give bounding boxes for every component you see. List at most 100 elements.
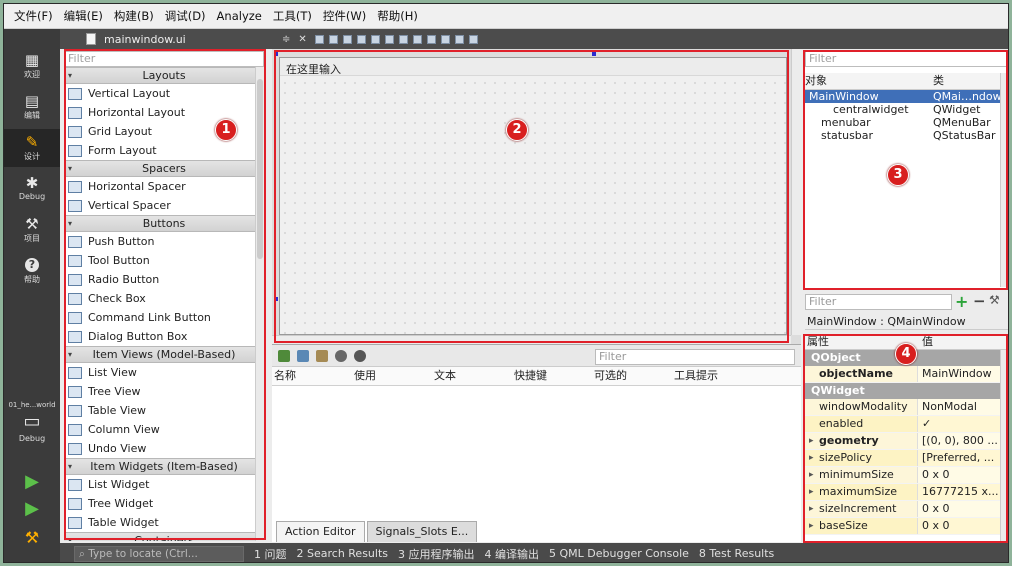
property-row-sizeincrement[interactable]: sizeIncrement0 x 0: [805, 501, 1008, 518]
layout-grid-icon[interactable]: [426, 34, 436, 44]
layout-splitter-h-icon[interactable]: [398, 34, 408, 44]
wrench-icon[interactable]: ⚒: [989, 293, 1000, 307]
form-canvas[interactable]: 在这里输入: [279, 57, 787, 335]
property-value[interactable]: NonModal: [918, 399, 1008, 415]
property-value[interactable]: [(0, 0), 800 ...: [918, 433, 1008, 449]
edit-buddies-icon[interactable]: [342, 34, 352, 44]
menu-item[interactable]: 构建(B): [114, 8, 154, 24]
mode-grid[interactable]: ▦ 欢迎: [4, 47, 60, 85]
widget-item-radio-button[interactable]: Radio Button: [64, 270, 264, 289]
widget-item-horizontal-layout[interactable]: Horizontal Layout: [64, 103, 264, 122]
run-icon[interactable]: ▶: [4, 471, 60, 492]
debug-run-icon[interactable]: ▶: [4, 498, 60, 519]
output-pane-button[interactable]: 5 QML Debugger Console: [549, 547, 689, 560]
output-pane-button[interactable]: 4 编译输出: [485, 546, 540, 562]
build-hammer-icon[interactable]: ⚒: [4, 528, 60, 547]
close-document-icon[interactable]: ✕: [298, 34, 306, 45]
widget-item-push-button[interactable]: Push Button: [64, 232, 264, 251]
widget-item-undo-view[interactable]: Undo View: [64, 439, 264, 458]
property-row-minimumsize[interactable]: minimumSize0 x 0: [805, 467, 1008, 484]
mode-wrench[interactable]: ⚒ 项目: [4, 211, 60, 249]
widget-item-dialog-button-box[interactable]: Dialog Button Box: [64, 327, 264, 346]
widget-item-tool-button[interactable]: Tool Button: [64, 251, 264, 270]
property-editor-scrollbar[interactable]: [1000, 350, 1008, 544]
mode-bug[interactable]: ✱ Debug: [4, 170, 60, 208]
property-value[interactable]: 0 x 0: [918, 518, 1008, 534]
widget-category-buttons[interactable]: Buttons: [64, 215, 264, 232]
property-row-geometry[interactable]: geometry[(0, 0), 800 ...: [805, 433, 1008, 450]
property-row-sizepolicy[interactable]: sizePolicy[Preferred, ...: [805, 450, 1008, 467]
new-action-icon[interactable]: [278, 349, 290, 362]
object-row-statusbar[interactable]: statusbar QStatusBar: [805, 129, 1008, 142]
object-filter-input[interactable]: Filter: [805, 51, 1008, 67]
paste-action-icon[interactable]: [316, 349, 328, 362]
object-row-mainwindow[interactable]: MainWindow QMai…ndow: [805, 90, 1008, 103]
widget-item-table-view[interactable]: Table View: [64, 401, 264, 420]
widget-item-vertical-layout[interactable]: Vertical Layout: [64, 84, 264, 103]
mode-help[interactable]: ? 帮助: [4, 252, 60, 290]
property-value[interactable]: 16777215 x...: [918, 484, 1008, 500]
form-horizontal-scrollbar[interactable]: [272, 335, 791, 344]
form-vertical-scrollbar[interactable]: [791, 49, 801, 335]
output-pane-button[interactable]: 1 问题: [254, 546, 287, 562]
widget-category-item-views-model-based[interactable]: Item Views (Model-Based): [64, 346, 264, 363]
edit-widgets-icon[interactable]: [314, 34, 324, 44]
widget-filter-input[interactable]: Filter: [64, 51, 264, 67]
configure-icon[interactable]: [354, 349, 366, 362]
layout-horizontal-icon[interactable]: [370, 34, 380, 44]
widget-item-check-box[interactable]: Check Box: [64, 289, 264, 308]
widget-item-form-layout[interactable]: Form Layout: [64, 141, 264, 160]
widget-item-vertical-spacer[interactable]: Vertical Spacer: [64, 196, 264, 215]
output-pane-button[interactable]: 8 Test Results: [699, 547, 774, 560]
mode-pen[interactable]: ✎ 设计: [4, 129, 60, 167]
property-row-enabled[interactable]: enabled ✓: [805, 416, 1008, 433]
widget-box-scrollbar[interactable]: [255, 67, 264, 541]
adjust-size-icon[interactable]: [468, 34, 478, 44]
action-filter-input[interactable]: Filter: [595, 349, 795, 365]
menu-item[interactable]: 工具(T): [273, 8, 312, 24]
delete-action-icon[interactable]: [335, 349, 347, 362]
output-pane-button[interactable]: 3 应用程序输出: [398, 546, 475, 562]
object-row-centralwidget[interactable]: centralwidget QWidget: [805, 103, 1008, 116]
widget-item-list-widget[interactable]: List Widget: [64, 475, 264, 494]
resize-handle[interactable]: [274, 297, 278, 301]
edit-signals-icon[interactable]: [328, 34, 338, 44]
layout-form-icon[interactable]: [440, 34, 450, 44]
mode-document[interactable]: ▤ 编辑: [4, 88, 60, 126]
menu-item[interactable]: 控件(W): [323, 8, 366, 24]
tab-signals-slots-e[interactable]: Signals_Slots E...: [366, 521, 478, 542]
output-pane-button[interactable]: 2 Search Results: [297, 547, 389, 560]
split-icon[interactable]: ≑: [282, 34, 290, 45]
layout-vertical-icon[interactable]: [384, 34, 394, 44]
copy-action-icon[interactable]: [297, 349, 309, 362]
object-inspector-scrollbar[interactable]: [1000, 73, 1008, 287]
layout-splitter-v-icon[interactable]: [412, 34, 422, 44]
property-row-windowmodality[interactable]: windowModality NonModal: [805, 399, 1008, 416]
widget-item-column-view[interactable]: Column View: [64, 420, 264, 439]
open-file-tab[interactable]: mainwindow.ui: [60, 29, 272, 49]
widget-category-layouts[interactable]: Layouts: [64, 67, 264, 84]
edit-tab-order-icon[interactable]: [356, 34, 366, 44]
widget-item-tree-widget[interactable]: Tree Widget: [64, 494, 264, 513]
property-value[interactable]: [Preferred, ...: [918, 450, 1008, 466]
menu-item[interactable]: 帮助(H): [377, 8, 418, 24]
property-row-objectname[interactable]: objectName MainWindow: [805, 366, 1008, 383]
menu-item[interactable]: 调试(D): [165, 8, 206, 24]
break-layout-icon[interactable]: [454, 34, 464, 44]
property-value[interactable]: 0 x 0: [918, 467, 1008, 483]
menu-item[interactable]: Analyze: [217, 9, 262, 23]
property-filter-input[interactable]: Filter: [805, 294, 952, 310]
property-value[interactable]: 0 x 0: [918, 501, 1008, 517]
widget-item-horizontal-spacer[interactable]: Horizontal Spacer: [64, 177, 264, 196]
widget-category-containers[interactable]: Containers: [64, 532, 264, 541]
property-group-qwidget[interactable]: QWidget: [805, 383, 1008, 399]
widget-item-tree-view[interactable]: Tree View: [64, 382, 264, 401]
locator-input[interactable]: ⌕ Type to locate (Ctrl...: [74, 545, 244, 562]
menu-item[interactable]: 文件(F): [14, 8, 53, 24]
widget-category-item-widgets-item-based[interactable]: Item Widgets (Item-Based): [64, 458, 264, 475]
property-row-maximumsize[interactable]: maximumSize16777215 x...: [805, 484, 1008, 501]
property-value[interactable]: MainWindow: [918, 366, 1008, 382]
widget-item-table-widget[interactable]: Table Widget: [64, 513, 264, 532]
widget-item-command-link-button[interactable]: Command Link Button: [64, 308, 264, 327]
remove-property-icon[interactable]: −: [973, 292, 986, 310]
